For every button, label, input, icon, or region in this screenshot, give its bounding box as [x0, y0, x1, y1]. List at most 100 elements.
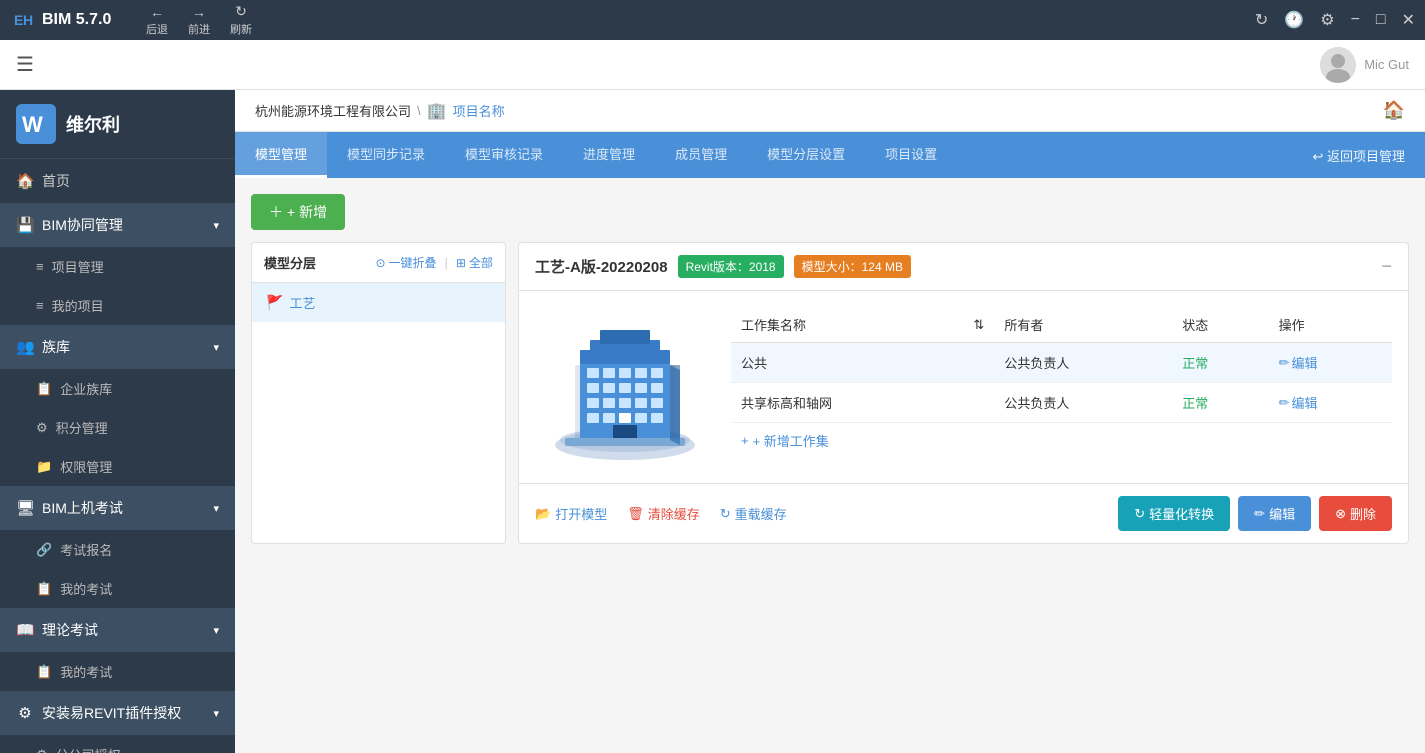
home-icon[interactable]: 🏠	[1383, 100, 1405, 121]
convert-icon: ↻	[1134, 506, 1145, 522]
fold-all-action[interactable]: ⊙ 一键折叠	[375, 254, 436, 271]
sidebar-item-my-exam[interactable]: 📋 我的考试	[0, 569, 235, 608]
edit-workset-link-2[interactable]: ✏ 编辑	[1279, 393, 1382, 412]
sidebar-item-enterprise-family[interactable]: 📋 企业族库	[0, 369, 235, 408]
folder-icon: 📁	[36, 459, 52, 475]
all-action[interactable]: ⊞ 全部	[456, 254, 493, 271]
sidebar-item-family-lib[interactable]: 👥 族库 ▾	[0, 325, 235, 369]
edit-workset-link[interactable]: ✏ 编辑	[1279, 353, 1382, 372]
model-detail-panel: 工艺-A版-20220208 Revit版本：2018 模型大小：124 MB …	[518, 242, 1409, 544]
plus-icon: +	[741, 433, 749, 448]
panel-header: 模型分层 ⊙ 一键折叠 | ⊞ 全部	[252, 243, 505, 283]
tab-member-mgmt[interactable]: 成员管理	[655, 132, 747, 178]
menu-icon: ≡	[36, 298, 44, 313]
col-status: 状态	[1172, 307, 1268, 343]
badge-revit: Revit版本：2018	[678, 255, 784, 278]
close-button[interactable]: ✕	[1402, 10, 1415, 30]
sidebar-item-auth-mgmt[interactable]: 📁 权限管理	[0, 447, 235, 486]
sidebar-item-theory-exam[interactable]: 📖 理论考试 ▾	[0, 608, 235, 652]
building-icon: 🏢	[427, 101, 447, 121]
folder-open-icon: 📂	[535, 506, 551, 522]
home-icon: 🏠	[16, 172, 34, 190]
sidebar-item-install-revit[interactable]: ⚙ 安装易REVIT插件授权 ▾	[0, 691, 235, 735]
workset-table: 工作集名称 ⇅ 所有者 状态 操作	[731, 307, 1392, 423]
logo-icon: E H	[10, 9, 38, 31]
back-to-project-mgmt[interactable]: ↩ 返回项目管理	[1292, 132, 1425, 178]
sync-icon[interactable]: ↻	[1255, 10, 1268, 30]
pencil-icon: ✏	[1279, 395, 1290, 411]
sidebar-item-my-theory-exam[interactable]: 📋 我的考试	[0, 652, 235, 691]
minimize-icon[interactable]: −	[1381, 256, 1392, 277]
tab-model-sync[interactable]: 模型同步记录	[327, 132, 445, 178]
sidebar-item-points-mgmt[interactable]: ⚙ 积分管理	[0, 408, 235, 447]
sidebar-item-branch-auth[interactable]: ⚙ 分公司授权	[0, 735, 235, 753]
sidebar-item-my-project[interactable]: ≡ 我的项目	[0, 286, 235, 325]
sidebar-item-label: BIM协同管理	[42, 215, 123, 235]
sidebar-item-bim-collab[interactable]: 💾 BIM协同管理 ▾	[0, 203, 235, 247]
layer-label: 工艺	[289, 293, 315, 312]
tab-model-mgmt[interactable]: 模型管理	[235, 132, 327, 178]
workset-status-cell: 正常	[1172, 343, 1268, 383]
clear-cache-action[interactable]: 🗑 清除缓存	[627, 504, 700, 523]
sidebar-item-label: 分公司授权	[56, 745, 121, 753]
tab-progress-mgmt[interactable]: 进度管理	[563, 132, 655, 178]
sidebar-item-label: 项目管理	[52, 257, 104, 276]
workset-name-sort	[963, 343, 994, 383]
breadcrumb-project[interactable]: 项目名称	[453, 101, 505, 120]
tab-model-layer-settings[interactable]: 模型分层设置	[747, 132, 865, 178]
table-row: 共享标高和轴网 公共负责人 正常 ✏ 编辑	[731, 383, 1392, 423]
minimize-button[interactable]: −	[1351, 11, 1360, 29]
user-name: Mic Gut	[1364, 57, 1409, 72]
sidebar-item-exam-register[interactable]: 🔗 考试报名	[0, 530, 235, 569]
chevron-down-icon: ▾	[213, 624, 219, 637]
gear-icon: ⚙	[36, 420, 48, 436]
tab-model-review[interactable]: 模型审核记录	[445, 132, 563, 178]
delete-button[interactable]: ⊗ 删除	[1319, 496, 1392, 531]
col-operation: 操作	[1269, 307, 1392, 343]
app-container: ☰ Mic Gut W 维尔利 �	[0, 40, 1425, 753]
sidebar-item-label: 理论考试	[42, 620, 98, 640]
grid-icon: ⊞	[456, 256, 466, 270]
sidebar-item-label: 我的考试	[60, 579, 112, 598]
breadcrumb-sep: \	[417, 103, 421, 118]
content-area: 杭州能源环境工程有限公司 \ 🏢 项目名称 🏠 模型管理 模型同步记录 模型审核…	[235, 90, 1425, 753]
sidebar-item-label: 安装易REVIT插件授权	[42, 703, 181, 723]
add-button[interactable]: ＋ + 新增	[251, 194, 345, 230]
model-title: 工艺-A版-20220208	[535, 256, 668, 277]
reload-cache-action[interactable]: ↻ 重载缓存	[720, 504, 787, 523]
workset-name-cell: 公共	[731, 343, 963, 383]
edit-button[interactable]: ✏ 编辑	[1238, 496, 1311, 531]
menu-icon: ≡	[36, 259, 44, 274]
svg-text:H: H	[23, 12, 33, 28]
settings-icon[interactable]: ⚙	[1320, 10, 1334, 30]
sidebar-item-home[interactable]: 🏠 首页	[0, 159, 235, 203]
titlebar-nav: ← 后退 → 前进 ↻ 刷新	[138, 1, 260, 39]
add-workset-button[interactable]: + + 新增工作集	[731, 423, 1392, 458]
chevron-down-icon: ▾	[213, 219, 219, 232]
breadcrumb: 杭州能源环境工程有限公司 \ 🏢 项目名称 🏠	[235, 90, 1425, 132]
sidebar: W 维尔利 🏠 首页 💾 BIM协同管理 ▾ ≡ 项目管理 ≡ 我的项目	[0, 90, 235, 753]
install-icon: ⚙	[16, 704, 34, 722]
sidebar-item-bim-exam[interactable]: 🖥 BIM上机考试 ▾	[0, 486, 235, 530]
workset-owner-cell: 公共负责人	[994, 383, 1172, 423]
open-model-action[interactable]: 📂 打开模型	[535, 504, 607, 523]
page-content: ＋ + 新增 模型分层 ⊙ 一键折叠 |	[235, 178, 1425, 560]
maximize-button[interactable]: □	[1376, 11, 1386, 29]
window-controls: ↻ 🕐 ⚙ − □ ✕	[1255, 10, 1415, 30]
sidebar-item-project-mgmt[interactable]: ≡ 项目管理	[0, 247, 235, 286]
refresh-button[interactable]: ↻ 刷新	[222, 1, 260, 39]
book-icon: 📖	[16, 621, 34, 639]
sidebar-item-label: 考试报名	[60, 540, 112, 559]
light-convert-button[interactable]: ↻ 轻量化转换	[1118, 496, 1230, 531]
layer-item-gongyi[interactable]: 🚩 工艺	[252, 283, 505, 322]
tab-project-settings[interactable]: 项目设置	[865, 132, 957, 178]
col-sort-icon[interactable]: ⇅	[963, 307, 994, 343]
col-owner: 所有者	[994, 307, 1172, 343]
sidebar-item-label: 权限管理	[60, 457, 112, 476]
badge-size: 模型大小：124 MB	[794, 255, 911, 278]
forward-button[interactable]: → 前进	[180, 2, 218, 39]
clock-icon[interactable]: 🕐	[1284, 10, 1304, 30]
hamburger-menu[interactable]: ☰	[16, 52, 34, 77]
flag-icon: 🚩	[266, 294, 283, 311]
back-button[interactable]: ← 后退	[138, 2, 176, 39]
